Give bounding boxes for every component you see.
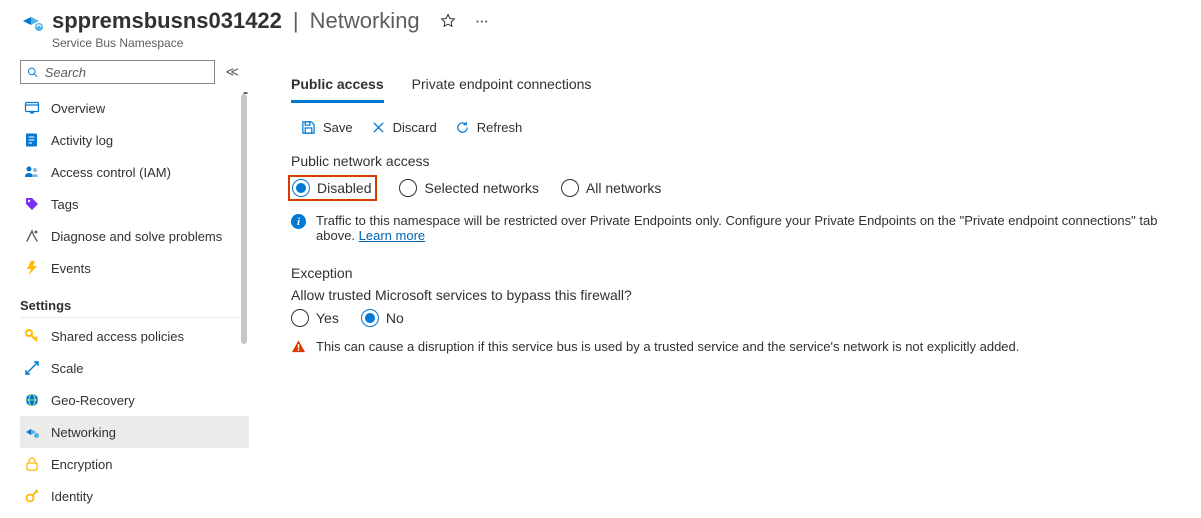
- radio-icon: [361, 309, 379, 327]
- warning-icon: [291, 339, 306, 354]
- namespace-title: sppremsbusns031422: [52, 8, 282, 34]
- save-button[interactable]: Save: [301, 120, 353, 135]
- collapse-sidebar-icon[interactable]: ≪: [225, 64, 239, 80]
- discard-icon: [371, 120, 386, 135]
- resource-type-label: Service Bus Namespace: [52, 36, 1181, 50]
- sidebar-item-encryption[interactable]: Encryption: [20, 448, 249, 480]
- more-actions-icon[interactable]: ···: [476, 14, 489, 29]
- sidebar-item-shared-access-policies[interactable]: Shared access policies: [20, 320, 249, 352]
- tab-private-endpoint[interactable]: Private endpoint connections: [412, 68, 592, 103]
- sidebar-item-events[interactable]: Events: [20, 252, 249, 284]
- diagnose-icon: [24, 228, 40, 244]
- sidebar-item-activity-log[interactable]: Activity log: [20, 124, 249, 156]
- radio-icon: [561, 179, 579, 197]
- sidebar-item-access-control[interactable]: Access control (IAM): [20, 156, 249, 188]
- globe-icon: [24, 392, 40, 408]
- service-bus-icon: [20, 9, 44, 33]
- radio-icon: [399, 179, 417, 197]
- identity-icon: [24, 488, 40, 504]
- radio-yes[interactable]: Yes: [291, 309, 339, 327]
- disabled-highlight: Disabled: [288, 175, 377, 201]
- refresh-button[interactable]: Refresh: [455, 120, 523, 135]
- page-section-title: Networking: [310, 8, 420, 34]
- radio-disabled[interactable]: Disabled: [292, 179, 371, 197]
- lock-icon: [24, 456, 40, 472]
- sidebar-item-diagnose[interactable]: Diagnose and solve problems: [20, 220, 249, 252]
- sidebar-search-input[interactable]: [20, 60, 215, 84]
- warning-text: This can cause a disruption if this serv…: [316, 339, 1019, 354]
- exception-heading: Exception: [291, 265, 1181, 281]
- search-icon: [27, 66, 39, 79]
- discard-button[interactable]: Discard: [371, 120, 437, 135]
- radio-all-networks[interactable]: All networks: [561, 179, 661, 197]
- exception-question: Allow trusted Microsoft services to bypa…: [291, 287, 1181, 303]
- favorite-star-icon[interactable]: [440, 13, 456, 29]
- info-icon: i: [291, 214, 306, 229]
- key-icon: [24, 328, 40, 344]
- events-icon: [24, 260, 40, 276]
- sidebar-item-identity[interactable]: Identity: [20, 480, 249, 512]
- public-network-access-heading: Public network access: [291, 153, 1181, 169]
- tags-icon: [24, 196, 40, 212]
- sidebar-group-settings: Settings: [20, 284, 239, 318]
- sidebar-item-overview[interactable]: Overview: [20, 92, 249, 124]
- refresh-icon: [455, 120, 470, 135]
- sidebar-scrollbar[interactable]: [241, 92, 249, 518]
- sidebar-item-scale[interactable]: Scale: [20, 352, 249, 384]
- learn-more-link[interactable]: Learn more: [359, 228, 425, 243]
- iam-icon: [24, 164, 40, 180]
- overview-icon: [24, 100, 40, 116]
- radio-icon: [291, 309, 309, 327]
- scale-icon: [24, 360, 40, 376]
- save-icon: [301, 120, 316, 135]
- radio-selected-networks[interactable]: Selected networks: [399, 179, 538, 197]
- sidebar-item-networking[interactable]: Networking: [20, 416, 249, 448]
- tab-public-access[interactable]: Public access: [291, 68, 384, 103]
- radio-icon: [292, 179, 310, 197]
- networking-icon: [24, 424, 40, 440]
- sidebar-item-geo-recovery[interactable]: Geo-Recovery: [20, 384, 249, 416]
- radio-no[interactable]: No: [361, 309, 404, 327]
- sidebar-item-tags[interactable]: Tags: [20, 188, 249, 220]
- info-text: Traffic to this namespace will be restri…: [316, 213, 1181, 243]
- activity-log-icon: [24, 132, 40, 148]
